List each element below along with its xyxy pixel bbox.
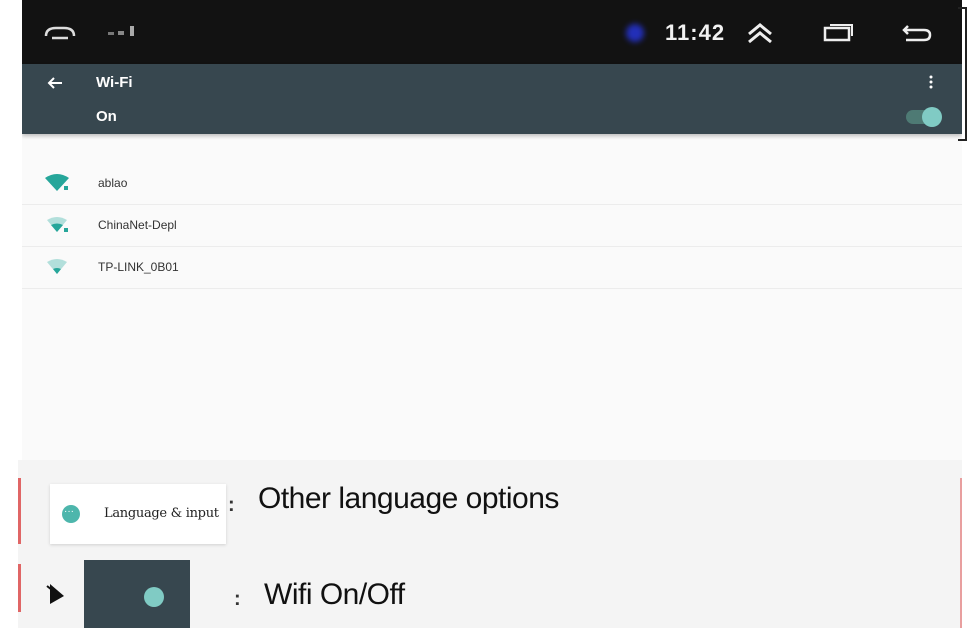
wifi-annotation-text: Wifi On/Off — [264, 578, 405, 611]
recent-apps-icon[interactable] — [822, 22, 854, 44]
status-bar: 11:42 — [22, 0, 962, 64]
signal-icon — [108, 26, 134, 36]
red-marker-line — [18, 478, 21, 544]
pointer-cursor-icon — [46, 584, 64, 604]
wifi-toggle-label: On — [96, 108, 117, 125]
network-name: ChinaNet-Depl — [98, 218, 177, 232]
toggle-knob — [922, 107, 942, 127]
network-name: TP-LINK_0B01 — [98, 260, 179, 274]
right-bracket-annotation — [958, 7, 967, 141]
network-row[interactable]: ChinaNet-Depl — [22, 204, 962, 247]
settings-screen: 11:42 Wi-Fi On ablao ChinaNet-Depl TP-LI… — [22, 0, 962, 460]
back-icon[interactable] — [900, 22, 932, 44]
language-input-item[interactable]: Language & input — [50, 484, 226, 544]
language-item-label: Language & input — [104, 506, 219, 521]
home-icon[interactable] — [42, 22, 78, 42]
annotation-colon: : — [234, 588, 241, 610]
wifi-toggle-switch[interactable] — [906, 107, 942, 127]
annotation-colon: : — [228, 494, 235, 516]
network-row[interactable]: TP-LINK_0B01 — [22, 246, 962, 289]
wifi-action-bar: Wi-Fi On — [22, 64, 962, 134]
wifi-toggle-example[interactable] — [84, 560, 190, 628]
wifi-signal-medium-icon — [47, 217, 68, 232]
page-title: Wi-Fi — [96, 74, 133, 91]
notification-dot-icon — [626, 24, 644, 42]
clock-time: 11:42 — [665, 20, 726, 45]
language-annotation-text: Other language options — [258, 482, 559, 515]
red-marker-line — [18, 564, 21, 612]
red-marker-line — [960, 478, 962, 628]
annotation-panel: Language & input : Other language option… — [18, 460, 962, 628]
toggle-knob — [144, 587, 164, 607]
more-vert-icon[interactable] — [928, 74, 934, 90]
network-row[interactable]: ablao — [22, 162, 962, 205]
wifi-signal-low-icon — [47, 259, 67, 274]
network-name: ablao — [98, 176, 128, 190]
chevron-up-icon[interactable] — [746, 22, 774, 44]
language-icon — [62, 505, 80, 523]
wifi-signal-full-icon — [45, 174, 69, 191]
arrow-back-icon[interactable] — [46, 76, 64, 90]
